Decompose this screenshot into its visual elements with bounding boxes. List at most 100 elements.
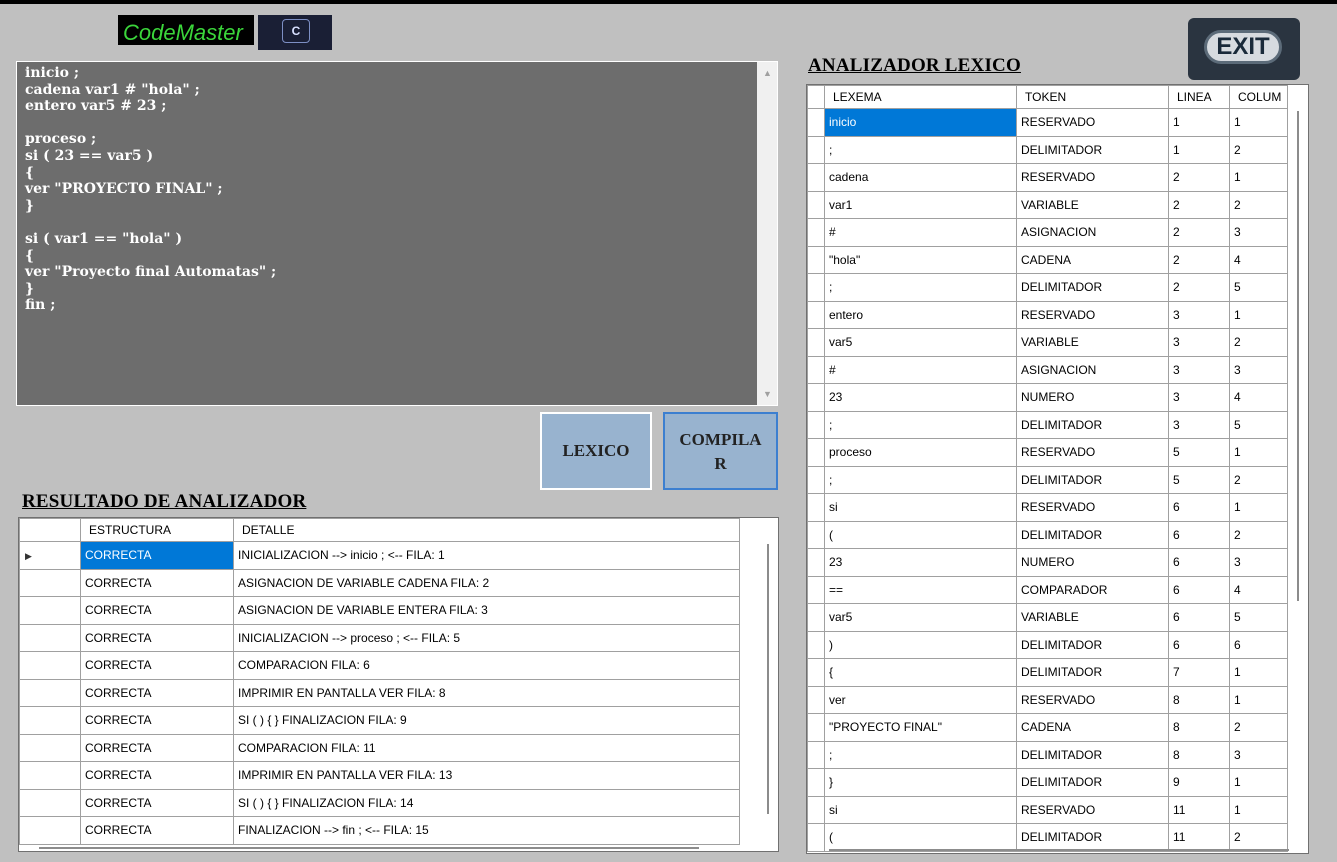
table-row[interactable]: "hola" CADENA 2 4 <box>807 245 1288 274</box>
table-cell[interactable]: COMPARACION FILA: 6 <box>233 651 740 680</box>
row-header[interactable] <box>807 135 825 164</box>
table-cell[interactable]: ; <box>824 273 1017 302</box>
column-header[interactable]: DETALLE <box>233 518 740 542</box>
table-row[interactable]: CORRECTA SI ( ) { } FINALIZACION FILA: 9 <box>19 706 740 735</box>
table-row[interactable]: ; DELIMITADOR 2 5 <box>807 273 1288 302</box>
table-cell[interactable]: FINALIZACION --> fin ; <-- FILA: 15 <box>233 816 740 845</box>
editor-vertical-scrollbar[interactable]: ▲ ▼ <box>757 62 777 405</box>
table-cell[interactable]: 1 <box>1229 300 1288 329</box>
table-cell[interactable]: si <box>824 493 1017 522</box>
table-cell[interactable]: 3 <box>1229 548 1288 577</box>
table-row[interactable]: "PROYECTO FINAL" CADENA 8 2 <box>807 713 1288 742</box>
table-cell[interactable]: ( <box>824 823 1017 852</box>
row-header[interactable] <box>807 273 825 302</box>
lexico-button[interactable]: LEXICO <box>540 412 652 490</box>
table-row[interactable]: CORRECTA FINALIZACION --> fin ; <-- FILA:… <box>19 816 740 845</box>
table-cell[interactable]: 1 <box>1168 108 1230 137</box>
scroll-down-arrow-icon[interactable]: ▼ <box>763 389 772 399</box>
table-cell[interactable]: DELIMITADOR <box>1016 823 1169 852</box>
row-header[interactable] <box>19 788 81 817</box>
row-header[interactable] <box>19 816 81 845</box>
table-cell[interactable]: ( <box>824 520 1017 549</box>
table-row[interactable]: CORRECTA SI ( ) { } FINALIZACION FILA: 14 <box>19 788 740 817</box>
row-header[interactable] <box>807 465 825 494</box>
table-cell[interactable]: proceso <box>824 438 1017 467</box>
table-cell[interactable]: ver <box>824 685 1017 714</box>
row-header[interactable] <box>807 163 825 192</box>
table-cell[interactable]: 2 <box>1229 713 1288 742</box>
row-header[interactable] <box>807 328 825 357</box>
table-cell[interactable]: } <box>824 768 1017 797</box>
table-cell[interactable]: == <box>824 575 1017 604</box>
table-cell[interactable]: 1 <box>1229 493 1288 522</box>
table-cell[interactable]: 4 <box>1229 383 1288 412</box>
table-cell[interactable]: ) <box>824 630 1017 659</box>
table-row[interactable]: var5 VARIABLE 6 5 <box>807 603 1288 632</box>
table-cell[interactable]: IMPRIMIR EN PANTALLA VER FILA: 13 <box>233 761 740 790</box>
table-cell[interactable]: 2 <box>1229 823 1288 852</box>
table-cell[interactable]: 8 <box>1168 740 1230 769</box>
column-header[interactable]: ESTRUCTURA <box>80 518 234 542</box>
table-cell[interactable]: 6 <box>1168 603 1230 632</box>
table-row[interactable]: proceso RESERVADO 5 1 <box>807 438 1288 467</box>
table-cell[interactable]: RESERVADO <box>1016 493 1169 522</box>
row-header[interactable]: ▶ <box>19 541 81 570</box>
table-cell[interactable]: DELIMITADOR <box>1016 630 1169 659</box>
table-row[interactable]: } DELIMITADOR 9 1 <box>807 768 1288 797</box>
table-cell[interactable]: CADENA <box>1016 713 1169 742</box>
table-cell[interactable]: 1 <box>1229 108 1288 137</box>
table-cell[interactable]: SI ( ) { } FINALIZACION FILA: 14 <box>233 788 740 817</box>
table-cell[interactable]: 6 <box>1168 520 1230 549</box>
column-header[interactable]: TOKEN <box>1016 85 1169 109</box>
table-row[interactable]: CORRECTA ASIGNACION DE VARIABLE CADENA FI… <box>19 568 740 597</box>
table-cell[interactable]: RESERVADO <box>1016 163 1169 192</box>
table-cell[interactable]: 1 <box>1229 163 1288 192</box>
table-row[interactable]: CORRECTA COMPARACION FILA: 11 <box>19 733 740 762</box>
table-cell[interactable]: 2 <box>1229 520 1288 549</box>
table-cell[interactable]: 3 <box>1168 410 1230 439</box>
row-header[interactable] <box>807 383 825 412</box>
row-header[interactable] <box>807 548 825 577</box>
row-header[interactable] <box>807 493 825 522</box>
table-cell[interactable]: ; <box>824 135 1017 164</box>
row-header[interactable] <box>19 596 81 625</box>
table-cell[interactable]: ; <box>824 465 1017 494</box>
table-cell[interactable]: VARIABLE <box>1016 328 1169 357</box>
column-header[interactable]: LEXEMA <box>824 85 1017 109</box>
table-row[interactable]: si RESERVADO 6 1 <box>807 493 1288 522</box>
row-header[interactable] <box>807 795 825 824</box>
exit-button[interactable]: EXIT <box>1188 18 1300 80</box>
table-row[interactable]: # ASIGNACION 2 3 <box>807 218 1288 247</box>
table-cell[interactable]: INICIALIZACION --> inicio ; <-- FILA: 1 <box>233 541 740 570</box>
table-cell[interactable]: 3 <box>1168 328 1230 357</box>
table-cell[interactable]: 2 <box>1168 218 1230 247</box>
table-cell[interactable]: CORRECTA <box>80 816 234 845</box>
row-header[interactable] <box>19 733 81 762</box>
table-cell[interactable]: 6 <box>1168 630 1230 659</box>
table-cell[interactable]: DELIMITADOR <box>1016 768 1169 797</box>
table-cell[interactable]: 2 <box>1229 465 1288 494</box>
table-cell[interactable]: COMPARADOR <box>1016 575 1169 604</box>
table-row[interactable]: entero RESERVADO 3 1 <box>807 300 1288 329</box>
row-header[interactable] <box>807 740 825 769</box>
table-cell[interactable]: CORRECTA <box>80 651 234 680</box>
row-header[interactable] <box>807 218 825 247</box>
table-cell[interactable]: DELIMITADOR <box>1016 135 1169 164</box>
table-cell[interactable]: VARIABLE <box>1016 190 1169 219</box>
table-cell[interactable]: CORRECTA <box>80 788 234 817</box>
table-cell[interactable]: 6 <box>1168 493 1230 522</box>
table-cell[interactable]: 1 <box>1229 438 1288 467</box>
row-header[interactable] <box>807 438 825 467</box>
table-cell[interactable]: "hola" <box>824 245 1017 274</box>
table-cell[interactable]: DELIMITADOR <box>1016 520 1169 549</box>
results-vertical-scrollbar[interactable] <box>767 544 769 814</box>
table-cell[interactable]: 5 <box>1229 273 1288 302</box>
table-cell[interactable]: 3 <box>1229 355 1288 384</box>
row-header[interactable] <box>807 685 825 714</box>
row-header[interactable] <box>807 768 825 797</box>
row-header[interactable] <box>807 520 825 549</box>
table-cell[interactable]: 7 <box>1168 658 1230 687</box>
table-cell[interactable]: 2 <box>1229 328 1288 357</box>
table-cell[interactable]: 8 <box>1168 685 1230 714</box>
table-cell[interactable]: RESERVADO <box>1016 300 1169 329</box>
